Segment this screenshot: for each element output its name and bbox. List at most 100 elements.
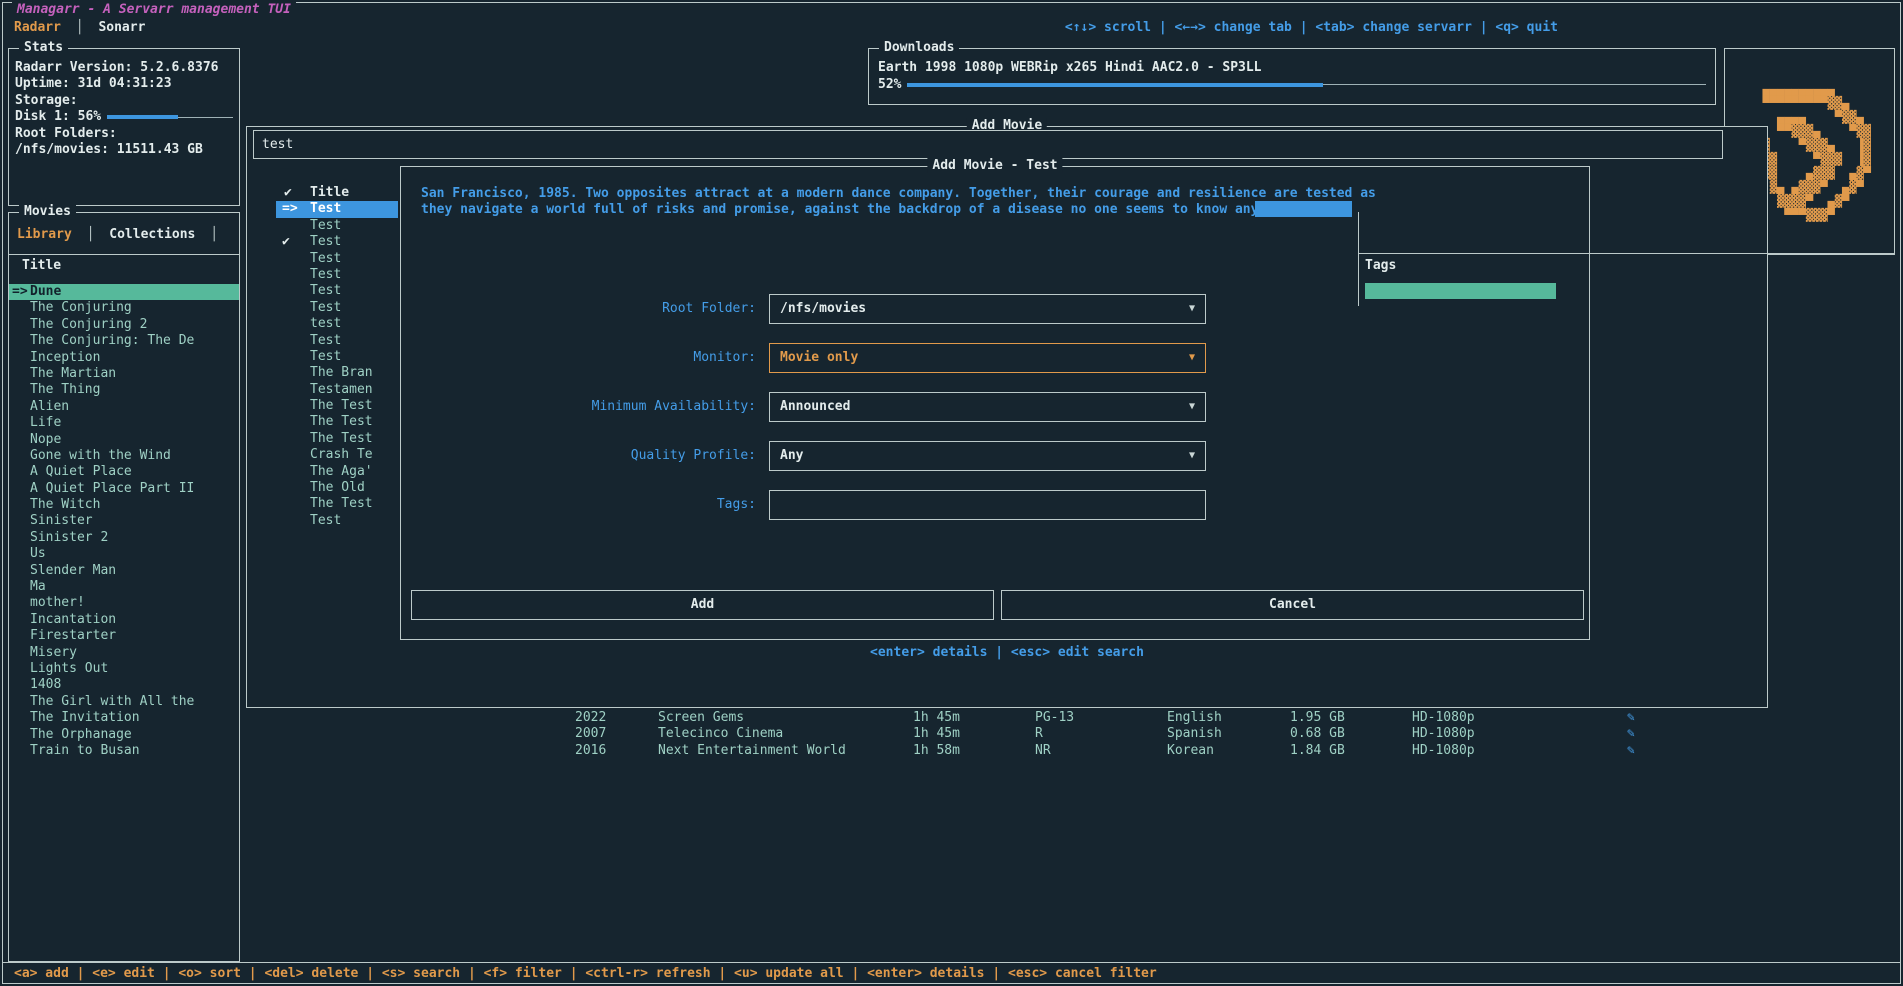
movies-tabbar: Library │ Collections │ [17, 227, 225, 242]
form-field: Tags: [401, 490, 1589, 539]
movie-row[interactable]: Sinister 2 [9, 530, 239, 546]
movie-row[interactable]: The Conjuring 2 [9, 317, 239, 333]
movie-title: Firestarter [30, 628, 116, 643]
movie-row[interactable]: Firestarter [9, 628, 239, 644]
field-select[interactable]: Announced ▼ [769, 392, 1206, 422]
search-result-row[interactable]: => Test [276, 201, 398, 217]
search-result-row[interactable]: The Aga' [276, 464, 398, 480]
tab-sonarr[interactable]: Sonarr [98, 20, 145, 35]
movie-row[interactable]: The Invitation [9, 710, 239, 726]
movie-row[interactable]: The Conjuring [9, 300, 239, 316]
divider [1358, 253, 1895, 254]
search-result-row[interactable]: Test [276, 267, 398, 283]
search-result-row[interactable]: test [276, 316, 398, 332]
divider [9, 254, 239, 255]
movie-row[interactable]: => Dune [9, 284, 239, 300]
disk-label: Disk 1: [15, 109, 70, 125]
add-movie-search-input[interactable] [253, 130, 1723, 159]
movie-row[interactable]: 1408 [9, 677, 239, 693]
movie-row[interactable]: The Conjuring: The De [9, 333, 239, 349]
movie-row[interactable]: The Girl with All the [9, 694, 239, 710]
movie-title: Misery [30, 645, 77, 660]
table-row[interactable]: 2007 Telecinco Cinema 1h 45m R Spanish 0… [246, 726, 1768, 742]
field-value: /nfs/movies [780, 295, 866, 323]
divider [1358, 212, 1359, 306]
movie-row[interactable]: The Orphanage [9, 727, 239, 743]
uptime: Uptime: 31d 04:31:23 [15, 76, 233, 92]
result-title: Test [310, 333, 341, 348]
result-title: Test [310, 513, 341, 528]
search-result-row[interactable]: Test [276, 349, 398, 365]
movie-row[interactable]: Lights Out [9, 661, 239, 677]
field-select[interactable]: Movie only ▼ [769, 343, 1206, 373]
movie-row[interactable]: The Witch [9, 497, 239, 513]
cell-runtime: 1h 45m [913, 710, 960, 726]
cell-year: 2007 [575, 726, 606, 742]
field-select[interactable] [769, 490, 1206, 520]
result-title: Crash Te [310, 447, 373, 462]
field-select[interactable]: /nfs/movies ▼ [769, 294, 1206, 324]
search-result-row[interactable]: The Test [276, 431, 398, 447]
movie-row[interactable]: Us [9, 546, 239, 562]
download-item[interactable]: Earth 1998 1080p WEBRip x265 Hindi AAC2.… [878, 59, 1706, 76]
radarr-version: Radarr Version: 5.2.6.8376 [15, 60, 233, 76]
search-result-row[interactable]: Test [276, 300, 398, 316]
tab-library[interactable]: Library [17, 227, 72, 242]
result-title: Testamen [310, 382, 373, 397]
movie-row[interactable]: Train to Busan [9, 743, 239, 759]
movie-row[interactable]: A Quiet Place Part II [9, 481, 239, 497]
movie-row[interactable]: Inception [9, 350, 239, 366]
cell-size: 1.84 GB [1290, 743, 1345, 759]
result-title: The Old [310, 480, 365, 495]
search-result-row[interactable]: Test [276, 218, 398, 234]
movies-panel-title: Movies [19, 204, 76, 219]
movie-row[interactable]: Ma [9, 579, 239, 595]
movie-row[interactable]: The Martian [9, 366, 239, 382]
search-result-row[interactable]: Test [276, 283, 398, 299]
search-result-row[interactable]: The Test [276, 414, 398, 430]
search-result-row[interactable]: The Test [276, 398, 398, 414]
search-result-row[interactable]: Test [276, 513, 398, 529]
root-folders-label: Root Folders: [15, 126, 233, 142]
disk-usage-gauge [107, 115, 233, 119]
add-movie-details-popup: Add Movie - Test San Francisco, 1985. Tw… [400, 166, 1590, 640]
selected-movie-row-stub [1365, 283, 1556, 299]
tab-collections[interactable]: Collections [109, 227, 195, 242]
downloads-panel: Downloads Earth 1998 1080p WEBRip x265 H… [868, 48, 1716, 105]
movie-row[interactable]: Slender Man [9, 563, 239, 579]
form-field: Minimum Availability: Announced ▼ [401, 392, 1589, 441]
search-result-row[interactable]: Testamen [276, 382, 398, 398]
movie-row[interactable]: A Quiet Place [9, 464, 239, 480]
movie-title: Train to Busan [30, 743, 140, 758]
movie-row[interactable]: Gone with the Wind [9, 448, 239, 464]
field-select[interactable]: Any ▼ [769, 441, 1206, 471]
movie-title: Sinister 2 [30, 530, 108, 545]
movie-row[interactable]: mother! [9, 595, 239, 611]
search-result-row[interactable]: The Old [276, 480, 398, 496]
table-row[interactable]: 2016 Next Entertainment World 1h 58m NR … [246, 743, 1768, 759]
result-title: Test [310, 300, 341, 315]
search-result-row[interactable]: The Bran [276, 365, 398, 381]
search-result-row[interactable]: The Test [276, 496, 398, 512]
movie-row[interactable]: The Thing [9, 382, 239, 398]
form-field: Monitor: Movie only ▼ [401, 343, 1589, 392]
search-result-row[interactable]: Crash Te [276, 447, 398, 463]
add-button[interactable]: Add [411, 590, 994, 620]
search-result-row[interactable]: Test [276, 251, 398, 267]
movie-row[interactable]: Alien [9, 399, 239, 415]
cancel-button[interactable]: Cancel [1001, 590, 1584, 620]
row-marker-icon: ✔ [282, 234, 290, 250]
tab-radarr[interactable]: Radarr [14, 20, 61, 35]
table-row[interactable]: 2022 Screen Gems 1h 45m PG-13 English 1.… [246, 710, 1768, 726]
chevron-down-icon: ▼ [1189, 442, 1195, 470]
field-label: Minimum Availability: [401, 392, 756, 422]
movie-row[interactable]: Life [9, 415, 239, 431]
cell-certification: NR [1035, 743, 1051, 759]
movie-row[interactable]: Misery [9, 645, 239, 661]
movie-row[interactable]: Incantation [9, 612, 239, 628]
movie-row[interactable]: Nope [9, 432, 239, 448]
search-result-row[interactable]: ✔ Test [276, 234, 398, 250]
movie-title: Sinister [30, 513, 93, 528]
movie-row[interactable]: Sinister [9, 513, 239, 529]
search-result-row[interactable]: Test [276, 333, 398, 349]
